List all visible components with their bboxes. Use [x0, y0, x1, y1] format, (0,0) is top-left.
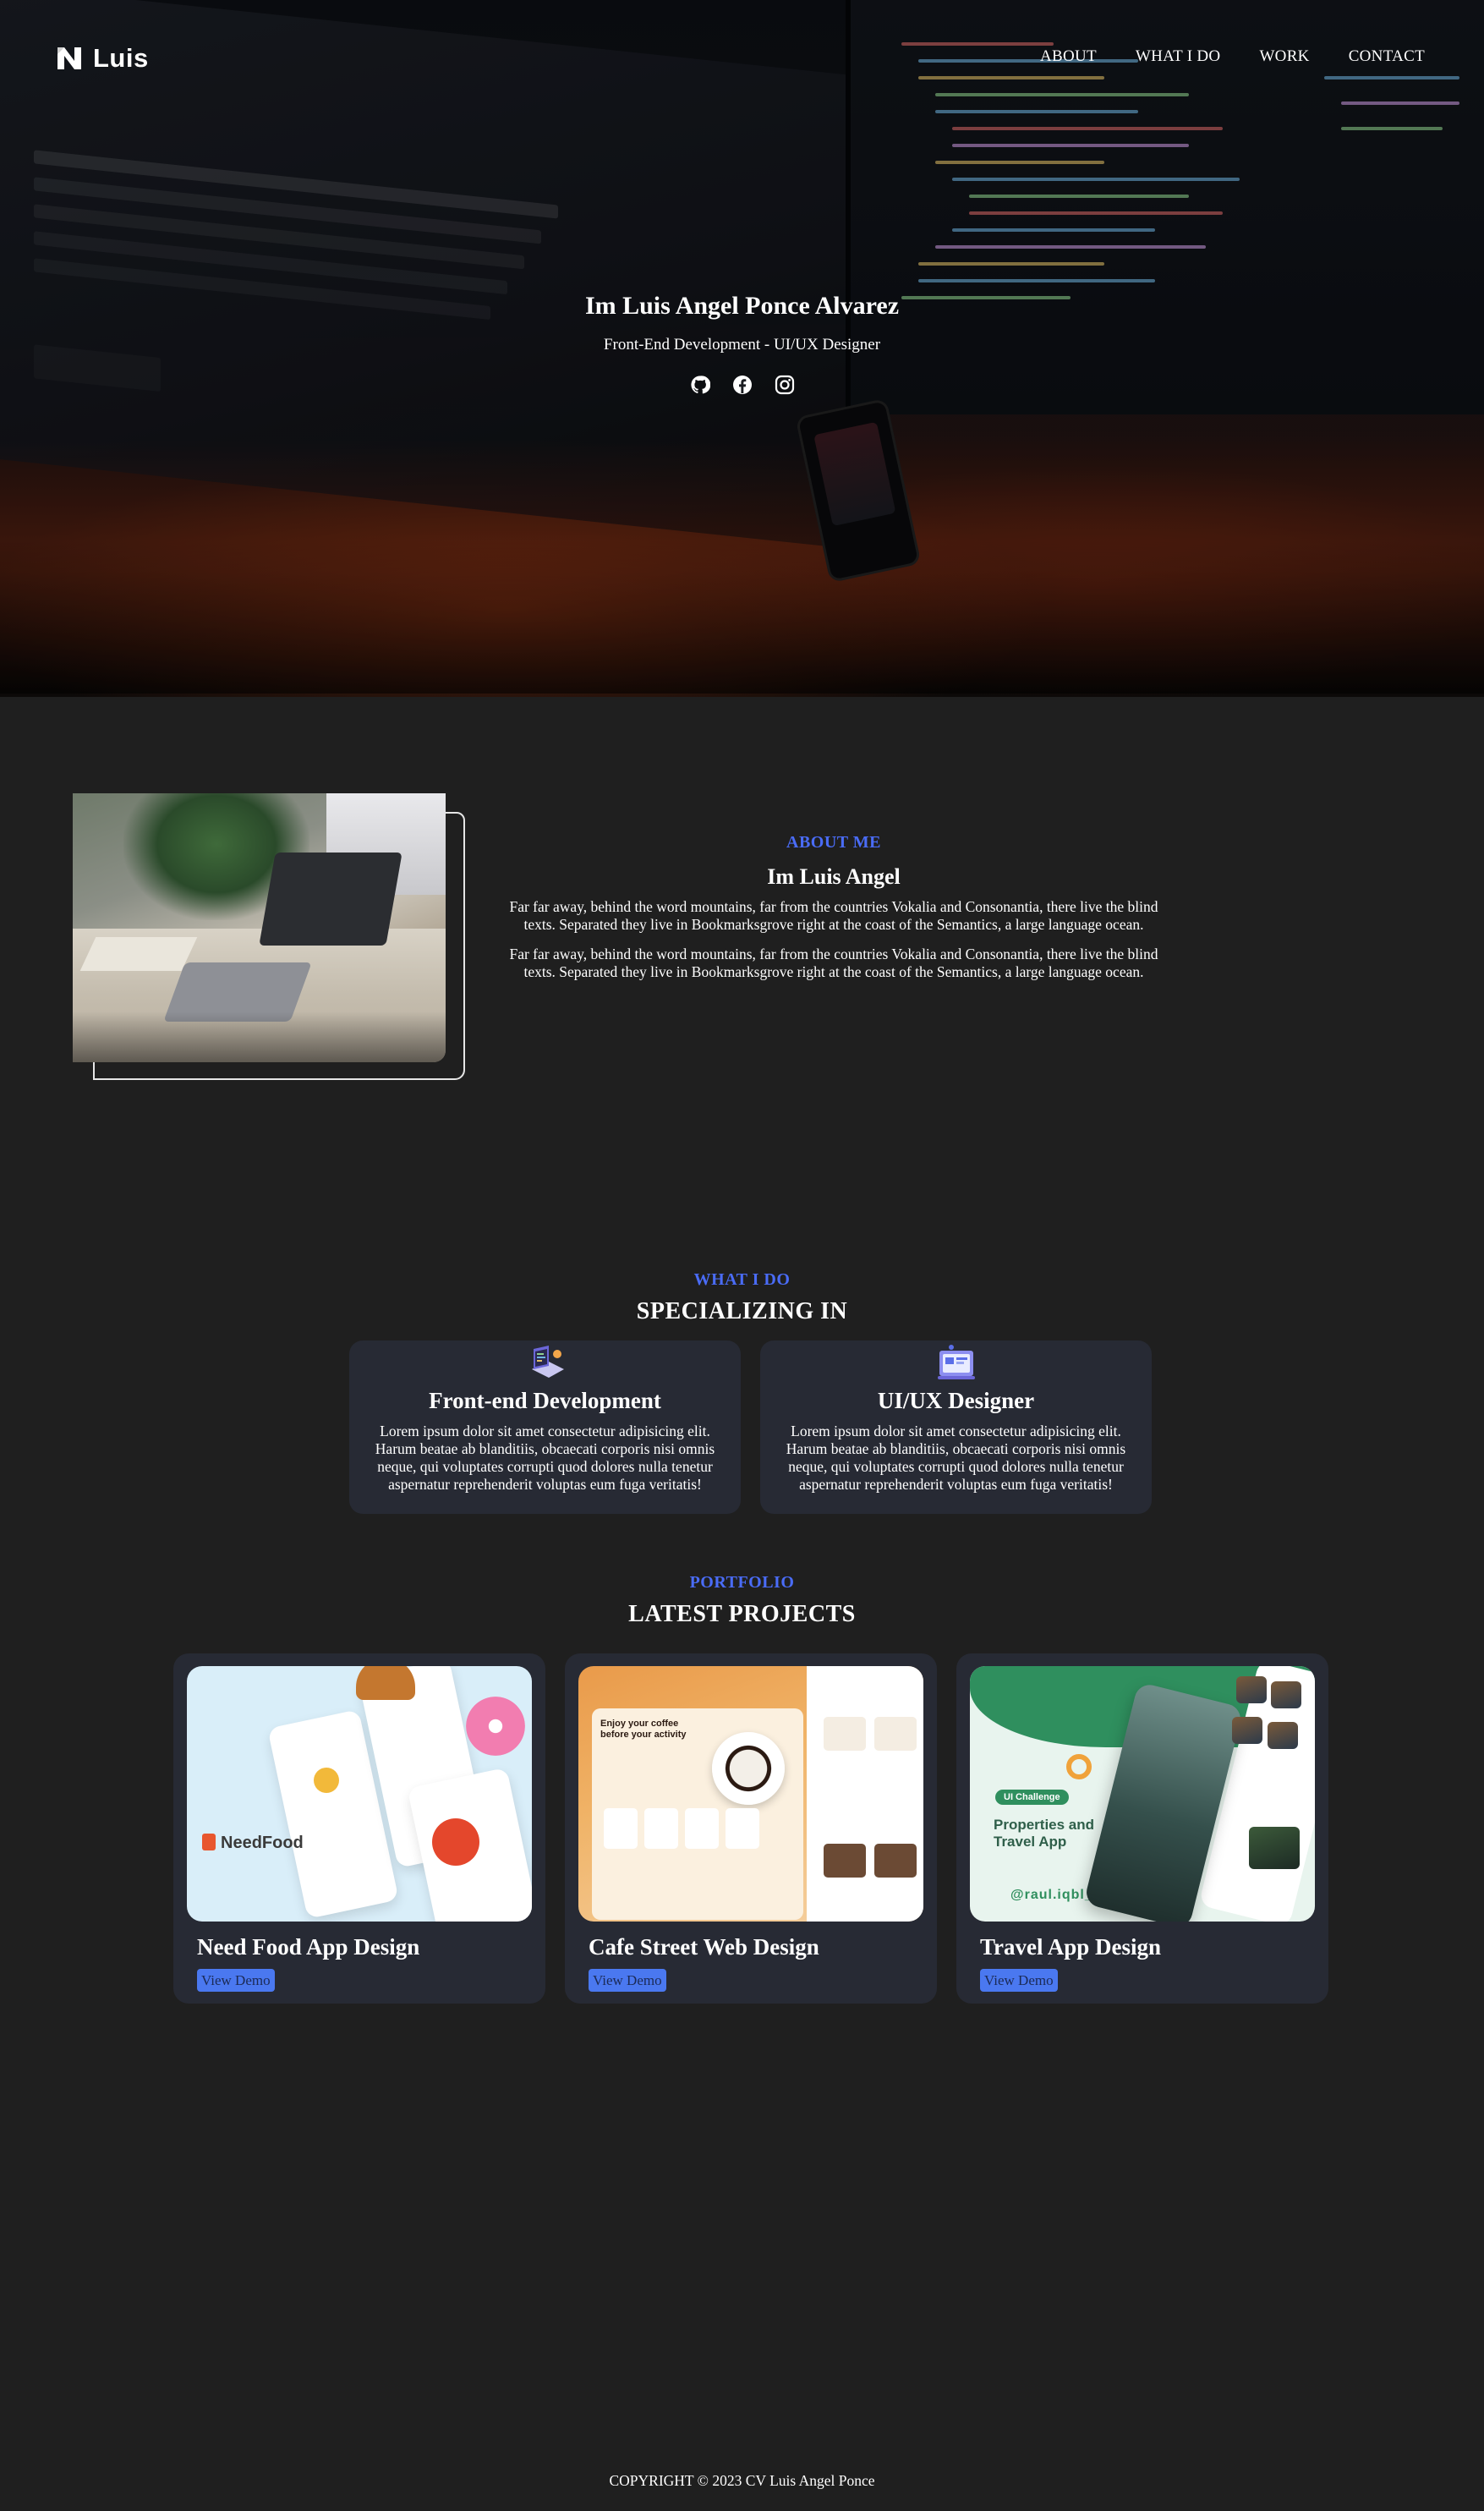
view-demo-button[interactable]: View Demo	[980, 1969, 1058, 1992]
nav-link-contact[interactable]: CONTACT	[1349, 47, 1425, 66]
nav-link-work[interactable]: WORK	[1259, 47, 1309, 66]
thumbnail-badge-text: UI Challenge	[995, 1790, 1069, 1805]
github-icon[interactable]	[688, 373, 712, 397]
social-links	[0, 373, 1484, 397]
service-description: Lorem ipsum dolor sit amet consectetur a…	[375, 1423, 715, 1493]
logo-mark-icon	[57, 47, 81, 69]
services-header: WHAT I DO SPECIALIZING IN	[0, 1270, 1484, 1325]
project-card-cafe-street: Enjoy your coffee before your activity C…	[565, 1653, 937, 2004]
logo-text: Luis	[93, 43, 149, 73]
projects-header: PORTFOLIO LATEST PROJECTS	[0, 1573, 1484, 1628]
top-navigation: Luis ABOUT WHAT I DO WORK CONTACT	[0, 0, 1484, 118]
design-board-icon	[937, 1345, 975, 1379]
instagram-icon[interactable]	[773, 373, 797, 397]
about-kicker: ABOUT ME	[786, 833, 881, 852]
hero-subtitle: Front-End Development - UI/UX Designer	[603, 336, 881, 354]
project-card-travel-app: UI Challenge Properties and Travel App @…	[956, 1653, 1328, 2004]
view-demo-button[interactable]: View Demo	[197, 1969, 275, 1992]
project-card-need-food: NeedFood Need Food App Design View Demo	[173, 1653, 545, 2004]
copyright-text: COPYRIGHT © 2023 CV Luis Angel Ponce	[609, 2472, 875, 2489]
hero-title: Im Luis Angel Ponce Alvarez	[584, 292, 900, 320]
about-paragraph: Far far away, behind the word mountains,…	[509, 946, 1158, 980]
service-card-frontend: Front-end Development Lorem ipsum dolor …	[349, 1340, 741, 1514]
about-photo	[73, 793, 446, 1062]
service-card-uiux: UI/UX Designer Lorem ipsum dolor sit ame…	[760, 1340, 1152, 1514]
nav-menu: ABOUT WHAT I DO WORK CONTACT	[1040, 47, 1425, 66]
project-thumbnail: Enjoy your coffee before your activity	[578, 1666, 923, 1922]
project-title: Travel App Design	[980, 1934, 1162, 1960]
facebook-icon[interactable]	[731, 373, 754, 397]
project-title: Cafe Street Web Design	[589, 1934, 819, 1960]
about-content: ABOUT ME Im Luis Angel Far far away, beh…	[507, 833, 1160, 981]
hero-section: Luis ABOUT WHAT I DO WORK CONTACT Im Lui…	[0, 0, 1484, 697]
site-logo[interactable]: Luis	[56, 43, 149, 73]
thumbnail-brand-text: NeedFood	[221, 1834, 304, 1852]
view-demo-button[interactable]: View Demo	[589, 1969, 666, 1992]
project-thumbnail: UI Challenge Properties and Travel App @…	[970, 1666, 1315, 1922]
service-description: Lorem ipsum dolor sit amet consectetur a…	[786, 1423, 1126, 1493]
thumbnail-handle-text: @raul.iqbl_	[1010, 1888, 1093, 1902]
service-title: UI/UX Designer	[877, 1388, 1035, 1413]
about-title: Im Luis Angel	[767, 864, 901, 889]
service-title: Front-end Development	[429, 1388, 661, 1413]
footer: COPYRIGHT © 2023 CV Luis Angel Ponce	[0, 2472, 1484, 2490]
services-title: SPECIALIZING IN	[636, 1298, 848, 1324]
project-thumbnail: NeedFood	[187, 1666, 532, 1922]
thumbnail-heading-text: Enjoy your coffee before your activity	[600, 1719, 687, 1740]
services-kicker: WHAT I DO	[693, 1270, 791, 1289]
nav-link-about[interactable]: ABOUT	[1040, 47, 1097, 66]
projects-kicker: PORTFOLIO	[689, 1573, 795, 1592]
laptop-code-icon	[531, 1346, 564, 1378]
about-paragraph: Far far away, behind the word mountains,…	[509, 898, 1158, 933]
project-title: Need Food App Design	[197, 1934, 420, 1960]
hero-content: Im Luis Angel Ponce Alvarez Front-End De…	[0, 292, 1484, 397]
projects-title: LATEST PROJECTS	[628, 1601, 856, 1627]
nav-link-what-i-do[interactable]: WHAT I DO	[1136, 47, 1221, 66]
